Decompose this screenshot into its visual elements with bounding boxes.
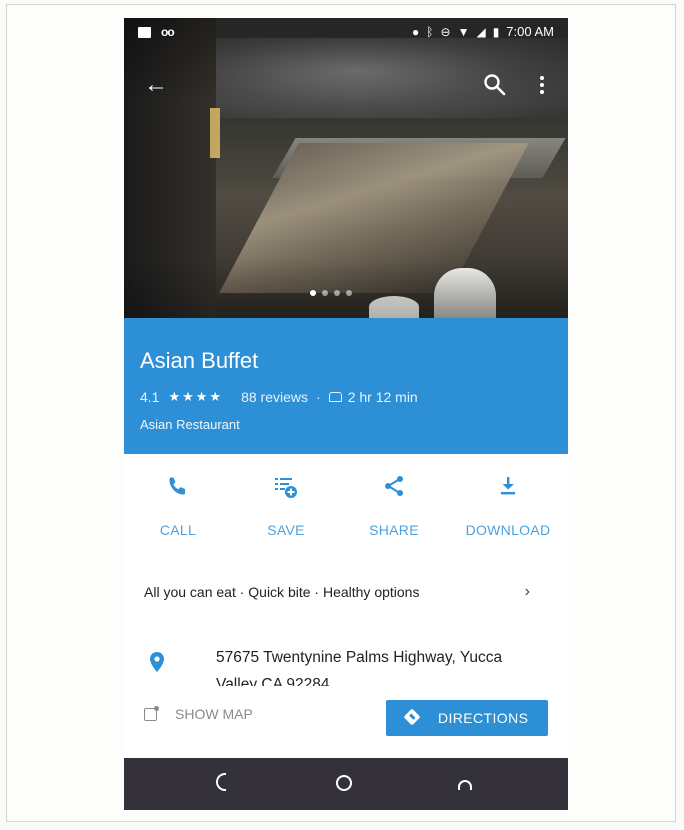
location-icon: ●: [412, 24, 420, 39]
map-icon: [144, 705, 159, 721]
chevron-right-icon: ›: [524, 583, 530, 600]
place-category: Asian Restaurant: [140, 417, 240, 432]
address-row[interactable]: 57675 Twentynine Palms Highway, Yucca Va…: [124, 638, 568, 686]
clock: 7:00 AM: [506, 24, 554, 39]
bluetooth-icon: ᛒ: [426, 24, 434, 39]
place-attributes-row[interactable]: All you can eat · Quick bite · Healthy o…: [144, 583, 548, 612]
place-photo[interactable]: oo ● ᛒ ⊖ ▼ ◢ ▮ 7:00 AM ←: [124, 18, 568, 318]
car-icon: [328, 392, 342, 402]
pager-dot[interactable]: [322, 290, 328, 296]
place-title: Asian Buffet: [140, 348, 259, 373]
call-label: CALL: [159, 522, 197, 538]
show-map-button[interactable]: SHOW MAP: [144, 705, 253, 722]
action-row: CALL SAVE SHARE DOWNLOAD: [124, 454, 568, 554]
status-bar: oo ● ᛒ ⊖ ▼ ◢ ▮ 7:00 AM: [124, 18, 568, 48]
show-map-label: SHOW MAP: [175, 706, 253, 722]
call-button[interactable]: CALL: [128, 454, 228, 554]
pager-dot[interactable]: [310, 290, 316, 296]
directions-icon: [403, 708, 421, 726]
rating-value: 4.1: [140, 389, 160, 405]
address-text: 57675 Twentynine Palms Highway, Yucca Va…: [216, 649, 503, 686]
download-label: DOWNLOAD: [465, 522, 551, 538]
separator: ·: [316, 389, 321, 405]
nav-home-icon[interactable]: [336, 775, 352, 791]
save-button[interactable]: SAVE: [236, 454, 336, 554]
more-vertical-icon[interactable]: [538, 74, 546, 96]
directions-label: DIRECTIONS: [438, 710, 529, 726]
drive-time: 2 hr 12 min: [347, 389, 418, 405]
rating-stars: ★★★★: [168, 389, 224, 404]
wifi-icon: ▼: [457, 24, 470, 39]
signal-icon: ◢: [476, 24, 486, 39]
phone-icon: [169, 477, 186, 495]
nav-back-icon[interactable]: [216, 773, 226, 791]
share-label: SHARE: [369, 522, 419, 538]
search-icon[interactable]: [482, 72, 508, 98]
phone-screen: oo ● ᛒ ⊖ ▼ ◢ ▮ 7:00 AM ← Asian Buffet 4.…: [124, 18, 568, 813]
map-buttons: SHOW MAP DIRECTIONS: [124, 700, 568, 740]
nav-recents-icon[interactable]: [458, 780, 472, 790]
battery-icon: ▮: [492, 24, 500, 39]
system-nav-bar: [124, 758, 568, 810]
image-icon: [138, 26, 151, 38]
map-pin-icon: [150, 652, 164, 672]
do-not-disturb-icon: ⊖: [440, 24, 451, 39]
pager-dot[interactable]: [346, 290, 352, 296]
directions-button[interactable]: DIRECTIONS: [386, 700, 548, 736]
place-header: Asian Buffet 4.1 ★★★★ 88 reviews · 2 hr …: [124, 318, 568, 454]
app-bar: ←: [124, 70, 568, 106]
photo-pager: [310, 290, 352, 296]
pager-dot[interactable]: [334, 290, 340, 296]
save-label: SAVE: [267, 522, 305, 538]
place-meta: 4.1 ★★★★ 88 reviews · 2 hr 12 min: [140, 389, 418, 405]
arrow-left-icon[interactable]: ←: [144, 70, 168, 100]
attributes-text: All you can eat · Quick bite · Healthy o…: [144, 584, 420, 600]
download-button[interactable]: DOWNLOAD: [458, 454, 558, 554]
download-icon: [501, 477, 515, 495]
share-icon: [385, 476, 403, 496]
photo-shade: [124, 18, 568, 318]
save-list-icon: [275, 478, 297, 498]
voicemail-icon: oo: [161, 25, 175, 39]
share-button[interactable]: SHARE: [344, 454, 444, 554]
reviews-link[interactable]: 88 reviews: [241, 389, 308, 405]
